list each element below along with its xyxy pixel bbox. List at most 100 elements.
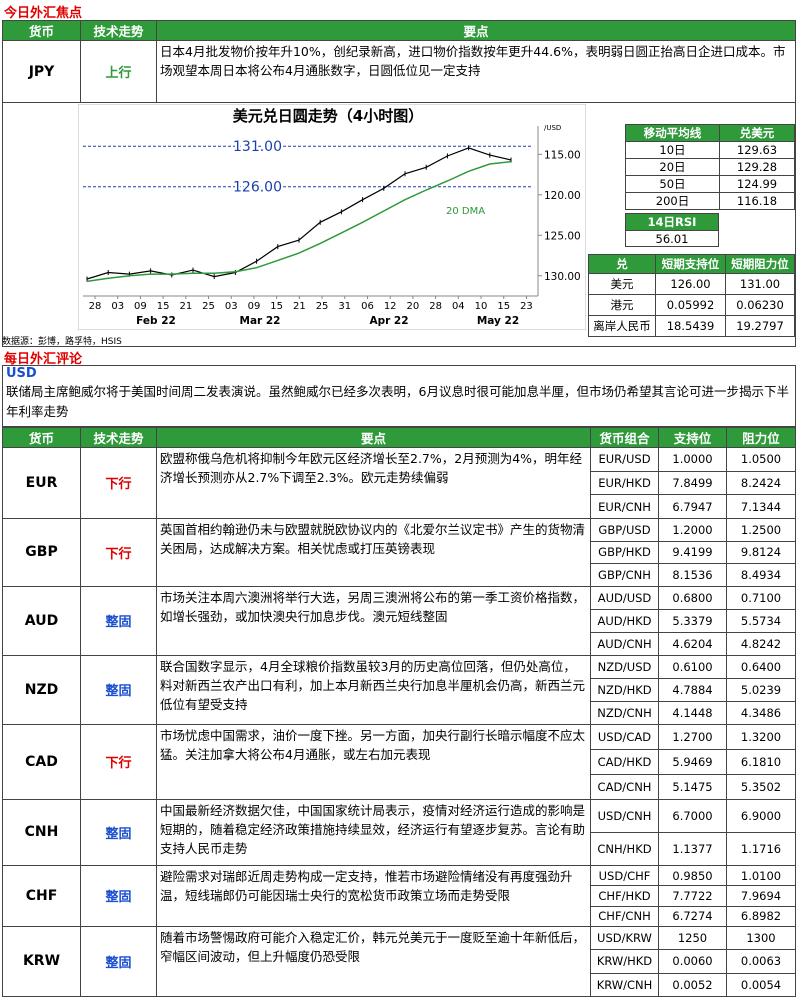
ma-header-value: 兑美元 [719,124,795,142]
review-support: 6.7947 [658,494,727,519]
dma-label: 20 DMA [446,206,485,217]
review-pair: EUR/CNH [590,494,659,519]
review-point: 市场忧虑中国需求，油价一度下挫。另一方面，加央行副行长暗示幅度不应太猛。关注加拿… [156,723,591,800]
x-tick-label: 15 [497,301,510,312]
x-tick-label: 21 [179,301,192,312]
sr-row-resistance: 19.2797 [725,315,795,337]
x-tick-label: 04 [452,301,465,312]
y-tick-label: 130.00 [544,271,581,283]
rsi-label: 14日RSI [625,213,719,231]
x-tick-label: 28 [429,301,442,312]
review-currency: AUD [2,585,81,656]
review-row: CAD 下行 市场忧虑中国需求，油价一度下挫。另一方面，加央行副行长暗示幅度不应太猛… [2,723,796,800]
review-pair: EUR/HKD [590,470,659,496]
review-row: EUR 下行 欧盟称俄乌危机将抑制今年欧元区经济增长至2.7%，2月预测为4%，明年… [2,447,796,519]
sr-row-support: 126.00 [655,273,726,295]
ma-row: 20日 129.28 [625,158,795,176]
review-header-trend: 技术走势 [80,427,157,448]
review-support: 9.4199 [658,540,727,565]
review-resistance: 0.0063 [726,949,796,974]
ref-line-label: 126.00 [233,180,282,196]
review-resistance: 1.0500 [726,447,796,472]
review-pair: KRW/CNH [590,972,659,997]
sr-row: 美元 126.00 131.00 [588,273,795,295]
review-pair: GBP/HKD [590,540,659,565]
ma-row: 200日 116.18 [625,192,795,210]
ma-row-period: 50日 [625,175,720,193]
month-label: May 22 [477,315,519,327]
review-resistance: 6.8982 [726,905,796,927]
ma-table: 移动平均线 兑美元 10日 129.63 20日 129.28 50日 124.99 2… [625,124,795,210]
review-pair: NZD/USD [590,654,659,679]
month-label: Feb 22 [136,315,176,327]
review-resistance: 1.2500 [726,517,796,542]
chart-source: 数据源：彭博，路孚特，HSIS [2,337,122,347]
usd-text: 联储局主席鲍威尔将于美国时间周二发表演说。虽然鲍威尔已经多次表明，6月议息时很可… [6,384,789,419]
x-tick-label: 15 [157,301,170,312]
sr-header-currency: 兑 [588,254,656,274]
review-support: 0.6800 [658,585,727,610]
x-tick-label: 03 [111,301,124,312]
review-support: 6.7000 [658,798,727,833]
review-support: 1.0000 [658,447,727,472]
review-resistance: 6.9000 [726,798,796,833]
review-currency: GBP [2,517,81,587]
review-trend: 下行 [80,517,157,587]
review-resistance: 0.7100 [726,585,796,610]
review-resistance: 5.0239 [726,677,796,702]
review-support: 0.0060 [658,949,727,974]
review-resistance: 8.2424 [726,470,796,496]
x-tick-label: 06 [361,301,374,312]
ma-row-period: 10日 [625,141,720,159]
review-pair: GBP/CNH [590,563,659,587]
review-resistance: 4.8242 [726,631,796,656]
review-currency: CHF [2,864,81,927]
sr-row-support: 0.05992 [655,294,726,316]
ma-header-period: 移动平均线 [625,124,720,142]
review-resistance: 4.3486 [726,700,796,725]
sr-table: 兑 短期支持位 短期阻力位 美元 126.00 131.00 港元 0.05992 0.… [588,254,795,337]
x-tick-label: 09 [134,301,147,312]
review-trend: 整固 [80,925,157,997]
chart-title: 美元兑日圆走势（4小时图） [233,107,423,125]
review-row: GBP 下行 英国首相约翰逊仍未与欧盟就脱欧协议内的《北爱尔兰议定书》产生的货物清关… [2,517,796,587]
review-pair: USD/CHF [590,864,659,887]
review-support: 7.7722 [658,885,727,907]
review-pair: GBP/USD [590,517,659,542]
review-currency: CNH [2,798,81,866]
review-support: 4.1448 [658,700,727,725]
review-resistance: 0.0054 [726,972,796,997]
sr-row-resistance: 131.00 [725,273,795,295]
review-point: 市场关注本周六澳洲将举行大选，另周三澳洲将公布的第一季工资价格指数，如增长强劲，… [156,585,591,656]
review-header-point: 要点 [156,427,591,448]
x-tick-label: 25 [202,301,215,312]
month-label: Apr 22 [369,315,408,327]
usd-label: USD [6,366,37,381]
ma-row-value: 129.28 [719,158,795,176]
review-table: 货币 技术走势 要点 货币组合 支持位 阻力位 EUR 下行 欧盟称俄乌危机将抑制今… [2,427,796,997]
review-trend: 整固 [80,654,157,725]
x-tick-label: 21 [293,301,306,312]
review-pair: AUD/HKD [590,608,659,633]
ma-row: 10日 129.63 [625,141,795,159]
review-trend: 下行 [80,723,157,800]
review-row: CHF 整固 避险需求对瑞郎近周走势构成一定支持，惟若市场避险情绪没有再度强劲升温，… [2,864,796,927]
ma-row-value: 129.63 [719,141,795,159]
review-pair: CHF/HKD [590,885,659,907]
review-support: 0.0052 [658,972,727,997]
x-tick-label: 03 [225,301,238,312]
sr-header-resistance: 短期阻力位 [725,254,795,274]
review-row: KRW 整固 随着市场警惕政府可能介入稳定汇价，韩元兑美元于一度贬至逾十年新低后，窄… [2,925,796,997]
sr-row-resistance: 0.06230 [725,294,795,316]
usdjpy-chart: 美元兑日圆走势（4小时图） /USD 131.00 126.00 130.00 125… [78,104,586,330]
review-row: AUD 整固 市场关注本周六澳洲将举行大选，另周三澳洲将公布的第一季工资价格指数，如… [2,585,796,656]
ref-line-label: 131.00 [233,139,282,155]
review-pair: CAD/CNH [590,773,659,800]
review-resistance: 1.3200 [726,723,796,750]
review-currency: NZD [2,654,81,725]
review-trend: 下行 [80,447,157,519]
review-support: 1250 [658,925,727,951]
review-point: 英国首相约翰逊仍未与欧盟就脱欧协议内的《北爱尔兰议定书》产生的货物清关困局，达成… [156,517,591,587]
focus-header-point: 要点 [156,20,796,41]
x-tick-label: 12 [384,301,397,312]
